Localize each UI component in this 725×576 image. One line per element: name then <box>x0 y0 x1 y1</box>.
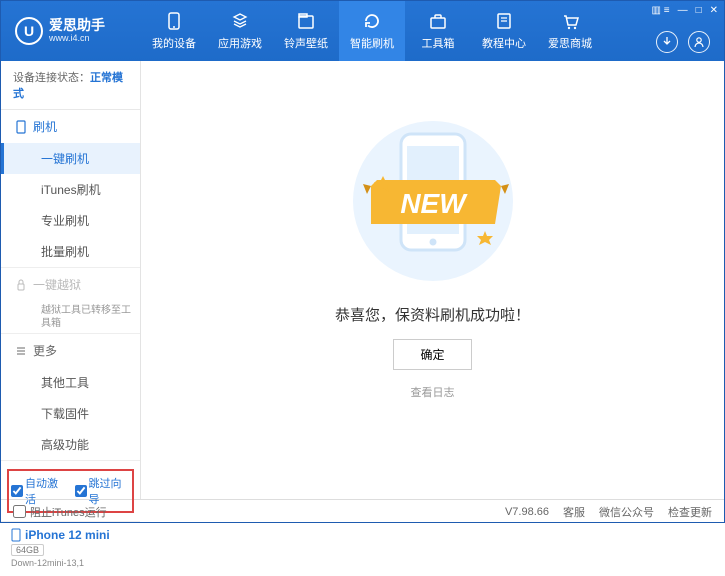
nav-label: 爱思商城 <box>548 35 592 51</box>
user-icon[interactable] <box>688 31 710 53</box>
version-label: V7.98.66 <box>505 506 549 518</box>
phone-icon <box>164 11 184 31</box>
status-label: 设备连接状态： <box>13 72 90 84</box>
nav-label: 铃声壁纸 <box>284 35 328 51</box>
connection-status: 设备连接状态：正常模式 <box>1 61 140 110</box>
nav-label: 我的设备 <box>152 35 196 51</box>
sidebar-item[interactable]: 一键刷机 <box>1 143 140 174</box>
sidebar-item[interactable]: iTunes刷机 <box>1 174 140 205</box>
nav-refresh[interactable]: 智能刷机 <box>339 1 405 61</box>
top-nav: 我的设备 应用游戏 铃声壁纸 智能刷机 工具箱 教程中心 爱思商城 <box>141 1 603 61</box>
sidebar-item: 越狱工具已转移至工具箱 <box>1 301 140 333</box>
refresh-icon <box>362 11 382 31</box>
checkbox-label: 自动激活 <box>25 475 67 507</box>
minimize-button[interactable]: — <box>678 5 688 16</box>
device-name: iPhone 12 mini <box>25 528 110 542</box>
briefcase-icon <box>428 11 448 31</box>
folder-icon <box>296 11 316 31</box>
sidebar: 设备连接状态：正常模式 刷机一键刷机iTunes刷机专业刷机批量刷机一键越狱越狱… <box>1 61 141 499</box>
nav-label: 应用游戏 <box>218 35 262 51</box>
logo-icon: U <box>15 17 43 45</box>
app-name: 爱思助手 <box>49 18 105 33</box>
sidebar-group-label: 一键越狱 <box>33 276 81 293</box>
device-capacity: 64GB <box>11 544 44 556</box>
apps-icon <box>230 11 250 31</box>
nav-book[interactable]: 教程中心 <box>471 1 537 61</box>
main-content: NEW 恭喜您，保资料刷机成功啦！ 确定 查看日志 <box>141 61 724 499</box>
sidebar-item[interactable]: 高级功能 <box>1 429 140 460</box>
nav-label: 智能刷机 <box>350 35 394 51</box>
phone-icon <box>11 528 21 542</box>
service-link[interactable]: 客服 <box>563 504 585 520</box>
update-link[interactable]: 检查更新 <box>668 504 712 520</box>
sidebar-group-label: 刷机 <box>33 118 57 135</box>
device-subtitle: Down-12mini-13,1 <box>11 558 130 568</box>
sidebar-item[interactable]: 下载固件 <box>1 398 140 429</box>
checkbox-input[interactable] <box>75 485 87 497</box>
sidebar-item[interactable]: 专业刷机 <box>1 205 140 236</box>
block-itunes-input[interactable] <box>13 505 26 518</box>
maximize-button[interactable]: □ <box>696 5 702 16</box>
download-icon[interactable] <box>656 31 678 53</box>
sidebar-group-head[interactable]: 刷机 <box>1 110 140 143</box>
success-message: 恭喜您，保资料刷机成功啦！ <box>335 304 530 325</box>
device-info[interactable]: iPhone 12 mini 64GB Down-12mini-13,1 <box>1 521 140 576</box>
sidebar-group-label: 更多 <box>33 342 57 359</box>
option-checkbox[interactable]: 跳过向导 <box>75 475 131 507</box>
app-header: U 爱思助手 www.i4.cn 我的设备 应用游戏 铃声壁纸 智能刷机 工具箱 教程中心… <box>1 1 724 61</box>
nav-folder[interactable]: 铃声壁纸 <box>273 1 339 61</box>
nav-briefcase[interactable]: 工具箱 <box>405 1 471 61</box>
svg-text:NEW: NEW <box>400 188 468 219</box>
sidebar-group-head[interactable]: 更多 <box>1 334 140 367</box>
book-icon <box>494 11 514 31</box>
checkbox-input[interactable] <box>11 485 23 497</box>
nav-label: 工具箱 <box>422 35 455 51</box>
nav-phone[interactable]: 我的设备 <box>141 1 207 61</box>
sidebar-item[interactable]: 其他工具 <box>1 367 140 398</box>
view-log-link[interactable]: 查看日志 <box>411 384 455 400</box>
sidebar-item[interactable]: 批量刷机 <box>1 236 140 267</box>
window-controls: ▥ ≡ — □ ✕ <box>652 5 719 16</box>
sidebar-group-head[interactable]: 一键越狱 <box>1 268 140 301</box>
cart-icon <box>560 11 580 31</box>
option-checkbox[interactable]: 自动激活 <box>11 475 67 507</box>
nav-label: 教程中心 <box>482 35 526 51</box>
block-itunes-label: 阻止iTunes运行 <box>30 504 107 520</box>
app-url: www.i4.cn <box>49 34 105 44</box>
checkbox-label: 跳过向导 <box>89 475 131 507</box>
nav-apps[interactable]: 应用游戏 <box>207 1 273 61</box>
wechat-link[interactable]: 微信公众号 <box>599 504 654 520</box>
menu-icon[interactable]: ▥ ≡ <box>652 5 670 16</box>
close-button[interactable]: ✕ <box>710 5 718 16</box>
app-logo: U 爱思助手 www.i4.cn <box>1 1 141 61</box>
block-itunes-checkbox[interactable]: 阻止iTunes运行 <box>13 504 107 520</box>
nav-cart[interactable]: 爱思商城 <box>537 1 603 61</box>
ok-button[interactable]: 确定 <box>393 339 471 370</box>
success-illustration: NEW <box>333 116 533 286</box>
